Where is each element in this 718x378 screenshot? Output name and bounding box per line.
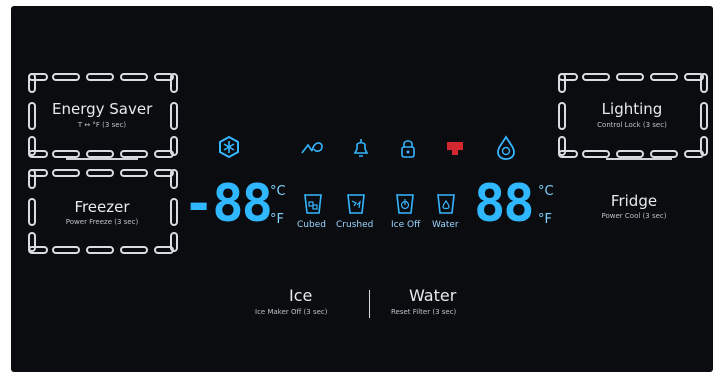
freezer-button[interactable]: Freezer Power Freeze (3 sec) — [24, 164, 184, 260]
water-mode-label: Water — [432, 220, 459, 230]
ice-button[interactable]: Ice Ice Maker Off (3 sec) — [251, 286, 351, 322]
water-button[interactable]: Water Reset Filter (3 sec) — [381, 286, 481, 322]
filter-icon — [445, 139, 465, 161]
water-mode-icon — [436, 193, 456, 219]
control-panel: Energy Saver T ↔ °F (3 sec) Freezer Powe… — [11, 6, 713, 372]
fridge-temp-display: 88 — [474, 174, 535, 234]
water-sublabel: Reset Filter (3 sec) — [391, 308, 457, 316]
freezer-unit-c: °C — [270, 184, 286, 199]
cubed-label: Cubed — [297, 220, 326, 230]
energy-saver-label: Energy Saver — [52, 100, 153, 118]
crushed-ice-icon — [346, 193, 366, 219]
fridge-label: Fridge — [610, 192, 658, 210]
fridge-sublabel: Power Cool (3 sec) — [601, 212, 667, 220]
water-label: Water — [409, 286, 457, 305]
lighting-button[interactable]: Lighting Control Lock (3 sec) — [554, 68, 714, 164]
ice-off-icon — [395, 193, 415, 219]
lock-icon — [399, 139, 417, 163]
snowflake-icon — [218, 135, 240, 162]
freezer-unit-f: °F — [270, 212, 284, 227]
water-drop-icon — [495, 135, 517, 165]
energy-saver-indicator — [66, 158, 138, 160]
fridge-unit-c: °C — [538, 184, 554, 199]
energy-saver-button[interactable]: Energy Saver T ↔ °F (3 sec) — [24, 68, 184, 164]
fridge-button[interactable]: Fridge Power Cool (3 sec) — [574, 188, 694, 228]
lighting-label: Lighting — [601, 100, 663, 118]
button-divider — [369, 290, 370, 318]
vacation-icon — [300, 139, 326, 161]
alarm-icon — [351, 137, 371, 163]
cubed-ice-icon — [303, 193, 323, 219]
ice-sublabel: Ice Maker Off (3 sec) — [255, 308, 328, 316]
energy-saver-sublabel: T ↔ °F (3 sec) — [77, 121, 127, 129]
lighting-sublabel: Control Lock (3 sec) — [597, 121, 667, 129]
crushed-label: Crushed — [336, 220, 374, 230]
lighting-indicator — [606, 158, 672, 160]
ice-label: Ice — [289, 286, 313, 305]
freezer-temp-display: -88 — [183, 174, 273, 234]
fridge-unit-f: °F — [538, 212, 552, 227]
freezer-sublabel: Power Freeze (3 sec) — [65, 218, 139, 226]
ice-off-label: Ice Off — [391, 220, 421, 230]
freezer-label: Freezer — [74, 198, 130, 216]
